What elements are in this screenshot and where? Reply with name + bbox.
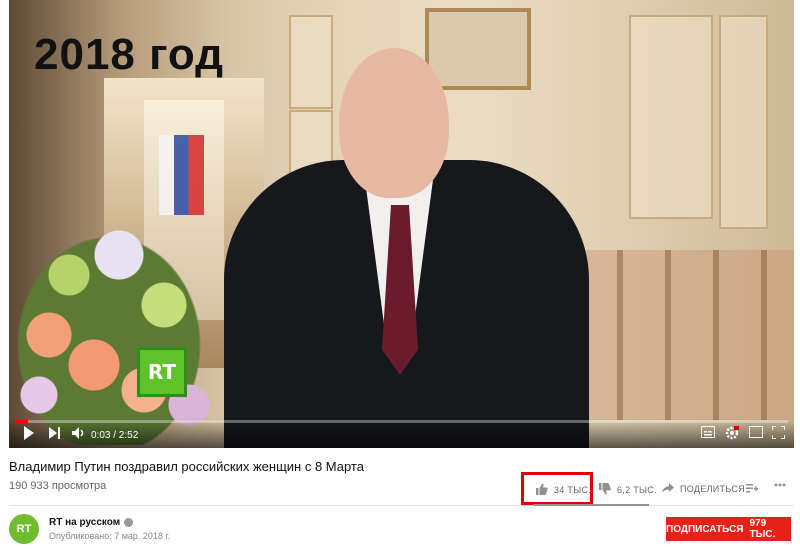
more-icon[interactable] bbox=[774, 483, 786, 487]
miniplayer-icon[interactable] bbox=[749, 426, 763, 438]
russian-flag bbox=[159, 135, 204, 215]
fullscreen-icon[interactable] bbox=[772, 426, 785, 439]
settings-icon[interactable] bbox=[725, 426, 739, 440]
time-display: 0:03 / 2:52 bbox=[91, 430, 139, 441]
player-controls: 0:03 / 2:52 bbox=[9, 418, 794, 448]
subscribe-label: ПОДПИСАТЬСЯ bbox=[666, 523, 744, 535]
add-to-playlist-icon[interactable] bbox=[746, 483, 758, 493]
divider bbox=[9, 505, 794, 506]
wall-panel bbox=[289, 15, 333, 109]
dislike-button[interactable]: 6,2 ТЫС. bbox=[599, 483, 657, 497]
channel-name[interactable]: RT на русском bbox=[49, 517, 120, 528]
next-icon[interactable] bbox=[49, 426, 61, 440]
year-overlay: 2018 год bbox=[34, 30, 225, 79]
thumbs-down-icon bbox=[599, 483, 611, 497]
wall-painting bbox=[425, 8, 531, 90]
video-title: Владимир Путин поздравил российских женщ… bbox=[9, 459, 364, 474]
flower-bouquet bbox=[9, 215, 219, 445]
rt-watermark: RT bbox=[137, 347, 187, 397]
dislike-count: 6,2 ТЫС. bbox=[617, 485, 657, 495]
subtitles-icon[interactable] bbox=[701, 426, 715, 438]
video-player[interactable]: 2018 год RT 0:03 / 2:52 bbox=[9, 0, 794, 448]
publish-date: Опубликовано: 7 мар. 2018 г. bbox=[49, 531, 171, 541]
play-icon[interactable] bbox=[23, 426, 35, 440]
view-count: 190 933 просмотра bbox=[9, 480, 107, 492]
channel-name-row[interactable]: RT на русском bbox=[49, 517, 134, 528]
channel-avatar[interactable]: RT bbox=[9, 514, 39, 544]
wall-panel bbox=[629, 15, 713, 219]
speaker-head bbox=[339, 48, 449, 198]
subscriber-count: 979 ТЫС. bbox=[749, 518, 776, 540]
progress-fill bbox=[15, 420, 29, 423]
share-button[interactable]: ПОДЕЛИТЬСЯ bbox=[662, 483, 745, 495]
sentiment-bar bbox=[533, 504, 649, 506]
verified-icon bbox=[124, 518, 134, 527]
share-label: ПОДЕЛИТЬСЯ bbox=[680, 484, 745, 494]
like-highlight-box bbox=[521, 472, 593, 505]
volume-icon[interactable] bbox=[71, 426, 85, 440]
progress-bar[interactable] bbox=[15, 420, 788, 423]
chairs bbox=[569, 250, 794, 420]
wall-panel bbox=[719, 15, 768, 229]
share-icon bbox=[662, 483, 674, 495]
subscribe-button[interactable]: ПОДПИСАТЬСЯ 979 ТЫС. bbox=[666, 517, 791, 541]
